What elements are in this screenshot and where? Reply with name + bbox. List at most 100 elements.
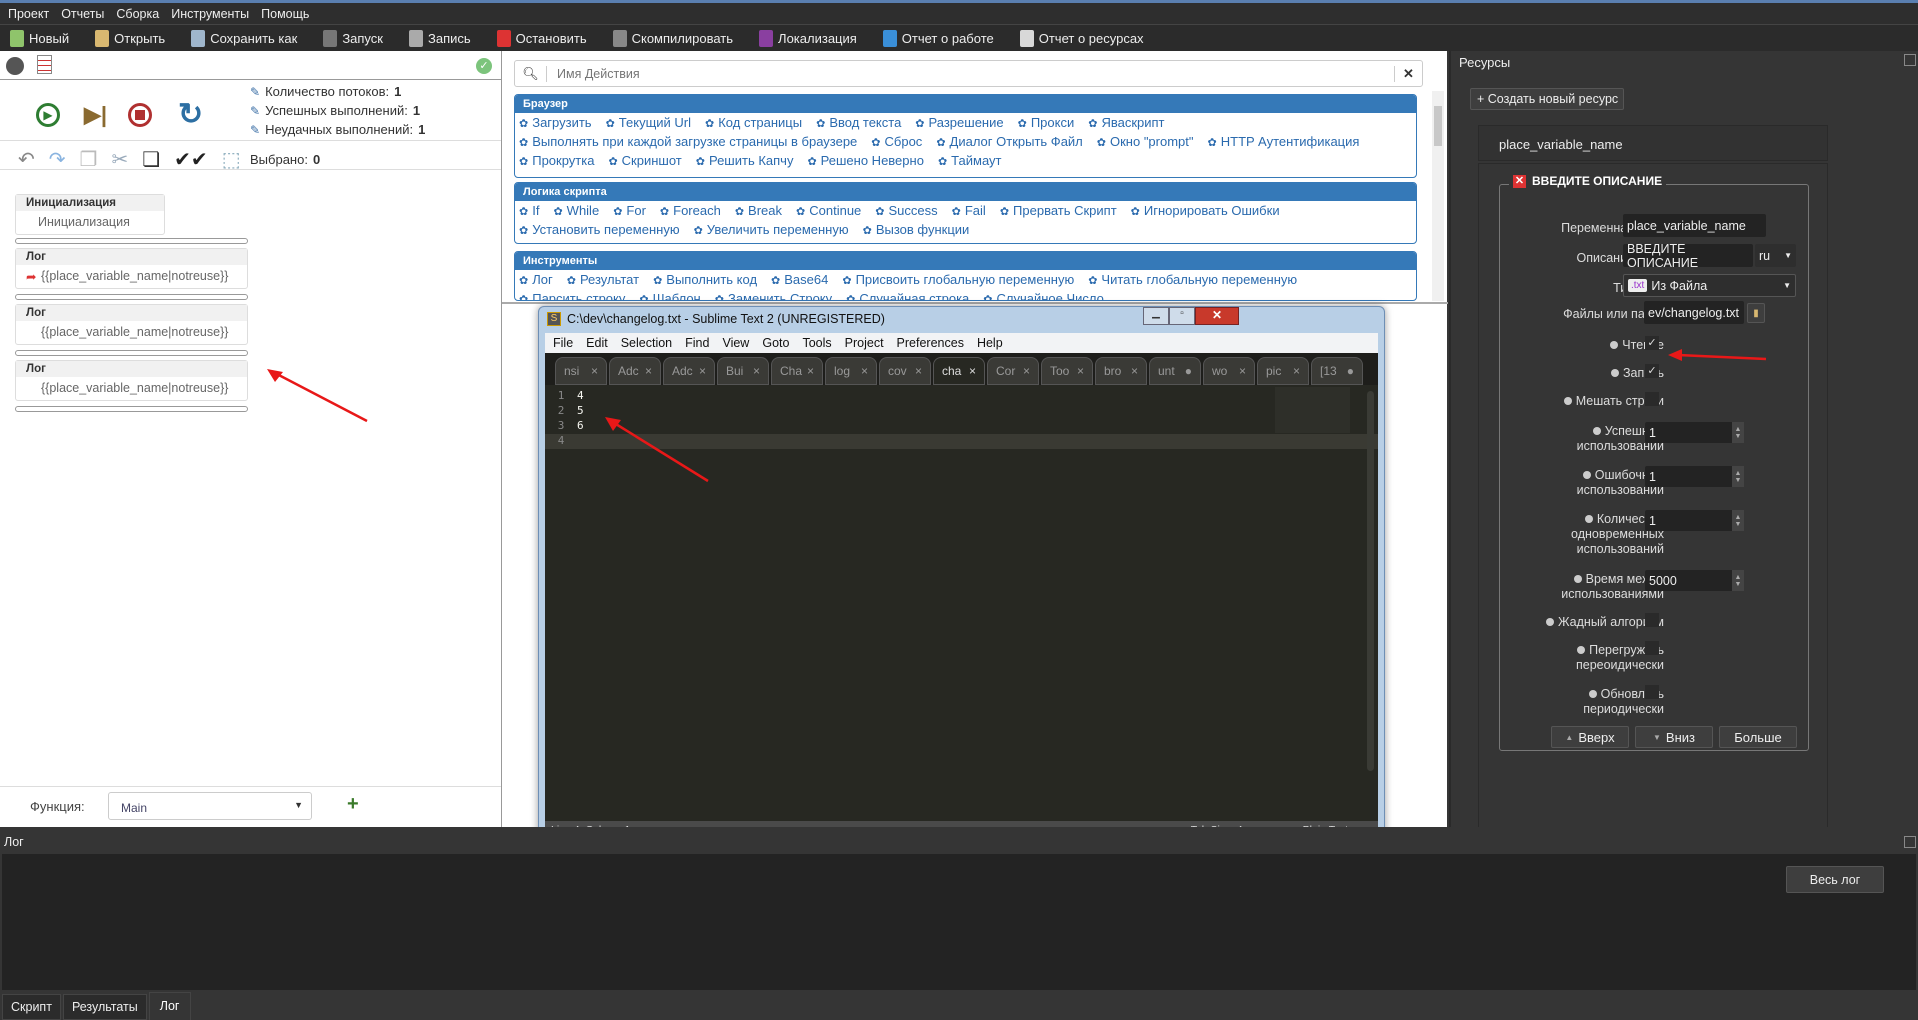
editor-tab[interactable]: Adc × xyxy=(609,357,661,385)
editor-tab[interactable]: Bui × xyxy=(717,357,769,385)
clear-search-icon[interactable]: ✕ xyxy=(1394,65,1422,82)
toolbar-new-file-button[interactable]: Новый xyxy=(10,29,69,47)
action-item[interactable]: Выполнить код xyxy=(653,272,757,287)
menu-help[interactable]: Помощь xyxy=(261,7,309,21)
action-item[interactable]: HTTP Аутентификация xyxy=(1208,134,1360,149)
toolbar-work-report-button[interactable]: Отчет о работе xyxy=(882,29,994,47)
action-item[interactable]: Лог xyxy=(519,272,553,287)
close-tab-icon[interactable]: ● xyxy=(1347,364,1354,378)
interval-input[interactable]: 5000 ▲ ▼ xyxy=(1645,570,1744,591)
maximize-button[interactable]: ▫ xyxy=(1169,307,1195,325)
action-item[interactable]: Текущий Url xyxy=(606,115,691,130)
toolbar-run-button[interactable]: Запуск xyxy=(323,29,383,47)
close-tab-icon[interactable]: × xyxy=(969,364,976,378)
editor-tab[interactable]: cov × xyxy=(879,357,931,385)
type-select[interactable]: .txt Из Файла ▼ xyxy=(1623,274,1796,297)
action-item[interactable]: Fail xyxy=(952,203,986,218)
sublime-menu-item[interactable]: View xyxy=(722,336,749,350)
action-item[interactable]: Решить Капчу xyxy=(696,153,793,168)
close-tab-icon[interactable]: × xyxy=(915,364,922,378)
action-block-log[interactable]: Лог ➦ {{place_variable_name|notreuse}} xyxy=(15,248,248,289)
update-checkbox[interactable] xyxy=(1645,685,1659,699)
undock-icon[interactable] xyxy=(1904,54,1916,66)
action-item[interactable]: Таймаут xyxy=(938,153,1001,168)
read-checkbox[interactable]: ✓ xyxy=(1645,336,1659,350)
action-item[interactable]: If xyxy=(519,203,539,218)
sublime-menu-item[interactable]: Goto xyxy=(762,336,789,350)
files-input[interactable]: ev/changelog.txt xyxy=(1644,301,1744,324)
sublime-menu-item[interactable]: Selection xyxy=(621,336,672,350)
close-tab-icon[interactable]: × xyxy=(591,364,598,378)
action-item[interactable]: Сброс xyxy=(871,134,923,149)
action-item[interactable]: Установить переменную xyxy=(519,222,679,237)
editor-scrollbar[interactable] xyxy=(1367,391,1374,771)
stop-icon[interactable] xyxy=(128,103,152,127)
browse-folder-button[interactable]: ▮ xyxy=(1747,303,1765,323)
toolbar-compile-button[interactable]: Скомпилировать xyxy=(612,29,733,47)
sublime-menu-item[interactable]: File xyxy=(553,336,573,350)
close-tab-icon[interactable]: × xyxy=(861,364,868,378)
action-item[interactable]: Break xyxy=(735,203,782,218)
action-item[interactable]: Разрешение xyxy=(915,115,1004,130)
sublime-menu-item[interactable]: Project xyxy=(845,336,884,350)
action-search-input[interactable] xyxy=(547,66,1394,81)
sublime-menu-item[interactable]: Help xyxy=(977,336,1003,350)
menu-project[interactable]: Проект xyxy=(8,7,49,21)
sublime-menu-item[interactable]: Preferences xyxy=(897,336,964,350)
action-item[interactable]: Диалог Открыть Файл xyxy=(936,134,1083,149)
editor-tab[interactable]: nsi × xyxy=(555,357,607,385)
menu-tools[interactable]: Инструменты xyxy=(171,7,249,21)
action-item[interactable]: Прокрутка xyxy=(519,153,594,168)
close-tab-icon[interactable]: × xyxy=(1023,364,1030,378)
menu-build[interactable]: Сборка xyxy=(116,7,159,21)
close-tab-icon[interactable]: × xyxy=(699,364,706,378)
bug-icon[interactable] xyxy=(6,57,24,75)
close-tab-icon[interactable]: × xyxy=(645,364,652,378)
log-file-icon[interactable] xyxy=(37,55,52,74)
close-button[interactable]: ✕ xyxy=(1195,307,1239,325)
more-button[interactable]: Больше xyxy=(1719,726,1797,748)
editor-tab[interactable]: pic × xyxy=(1257,357,1309,385)
action-item[interactable]: Игнорировать Ошибки xyxy=(1131,203,1280,218)
play-icon[interactable]: ▶ xyxy=(36,103,60,127)
concurrent-uses-input[interactable]: 1 ▲ ▼ xyxy=(1645,510,1744,531)
editor-tab[interactable]: log × xyxy=(825,357,877,385)
minimap[interactable] xyxy=(1275,387,1350,433)
action-item[interactable]: Continue xyxy=(796,203,861,218)
action-block-init[interactable]: Инициализация Инициализация xyxy=(15,194,165,235)
action-item[interactable]: Присвоить глобальную переменную xyxy=(842,272,1075,287)
function-select[interactable]: Main ▼ xyxy=(108,792,312,820)
editor-tab[interactable]: bro × xyxy=(1095,357,1147,385)
action-item[interactable]: Выполнять при каждой загрузке страницы в… xyxy=(519,134,857,149)
action-item[interactable]: Читать глобальную переменную xyxy=(1088,272,1297,287)
action-block-log[interactable]: Лог {{place_variable_name|notreuse}} xyxy=(15,360,248,401)
action-item[interactable]: Шаблон xyxy=(639,291,701,300)
drop-zone[interactable] xyxy=(15,294,248,300)
sublime-menu-item[interactable]: Find xyxy=(685,336,709,350)
step-icon[interactable]: ▶| xyxy=(84,103,107,127)
move-down-button[interactable]: ▼ Вниз xyxy=(1635,726,1713,748)
editor-tab[interactable]: Cha × xyxy=(771,357,823,385)
close-tab-icon[interactable]: × xyxy=(1131,364,1138,378)
action-item[interactable]: Прервать Скрипт xyxy=(1000,203,1117,218)
action-item[interactable]: Случайное Число xyxy=(983,291,1104,300)
toolbar-resource-report-button[interactable]: Отчет о ресурсах xyxy=(1019,29,1144,47)
fail-stat[interactable]: ✎ Неудачных выполнений: 1 xyxy=(250,122,425,137)
fail-uses-input[interactable]: 1 ▲ ▼ xyxy=(1645,466,1744,487)
action-item[interactable]: While xyxy=(553,203,600,218)
action-block-log[interactable]: Лог {{place_variable_name|notreuse}} xyxy=(15,304,248,345)
editor-tab[interactable]: [13 ● xyxy=(1311,357,1363,385)
editor-tab[interactable]: Adc × xyxy=(663,357,715,385)
all-log-button[interactable]: Весь лог xyxy=(1786,866,1884,893)
minimize-button[interactable]: ▁ xyxy=(1143,307,1169,325)
close-tab-icon[interactable]: × xyxy=(1077,364,1084,378)
action-item[interactable]: Заменить Строку xyxy=(715,291,832,300)
actions-scrollbar[interactable] xyxy=(1432,91,1444,301)
description-input[interactable]: ВВЕДИТЕ ОПИСАНИЕ xyxy=(1623,242,1753,270)
success-stat[interactable]: ✎ Успешных выполнений: 1 xyxy=(250,103,425,118)
tab-script[interactable]: Скрипт xyxy=(2,994,61,1020)
close-tab-icon[interactable]: × xyxy=(1293,364,1300,378)
drop-zone[interactable] xyxy=(15,406,248,412)
action-item[interactable]: Загрузить xyxy=(519,115,591,130)
toolbar-open-button[interactable]: Открыть xyxy=(95,29,165,47)
